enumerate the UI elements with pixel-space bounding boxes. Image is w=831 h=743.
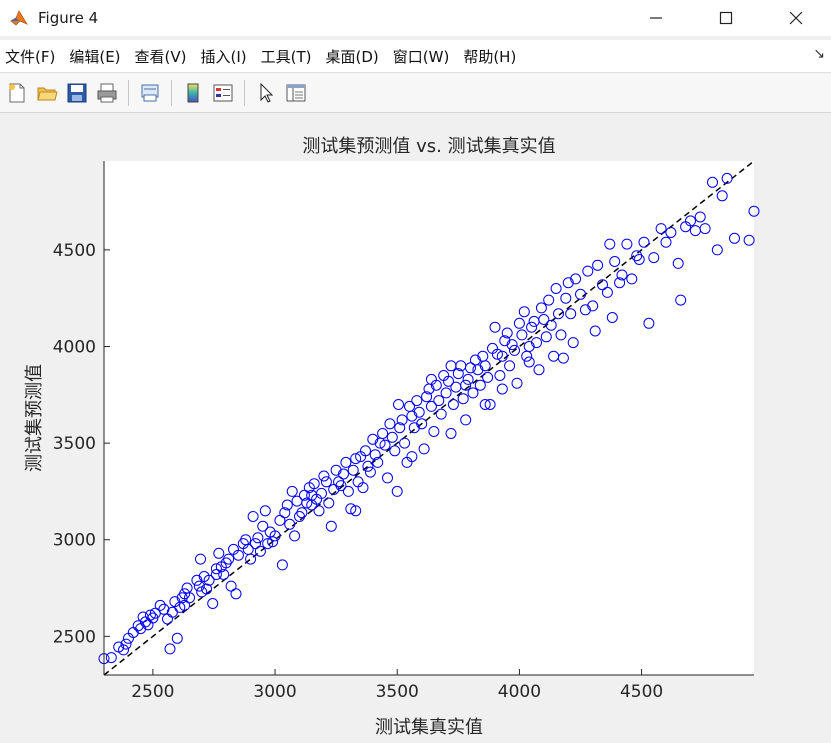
menu-bar: 文件(F) 编辑(E) 查看(V) 插入(I) 工具(T) 桌面(D) 窗口(W… bbox=[0, 40, 831, 73]
toolbar-separator bbox=[244, 80, 245, 106]
y-tick-label: 4500 bbox=[53, 241, 96, 261]
pointer-icon bbox=[260, 82, 274, 103]
x-tick-label: 3500 bbox=[376, 682, 419, 702]
y-tick-label: 3000 bbox=[53, 531, 96, 551]
window-title: Figure 4 bbox=[38, 9, 99, 27]
menu-help[interactable]: 帮助(H) bbox=[460, 46, 519, 67]
x-axis-label: 测试集真实值 bbox=[375, 717, 483, 738]
menu-window[interactable]: 窗口(W) bbox=[390, 46, 453, 67]
close-icon bbox=[789, 11, 803, 25]
toolbar-separator bbox=[128, 80, 129, 106]
x-tick-label: 2500 bbox=[131, 682, 174, 702]
window-titlebar: Figure 4 bbox=[0, 0, 831, 36]
menu-insert[interactable]: 插入(I) bbox=[198, 46, 250, 67]
link-plot-icon bbox=[141, 84, 159, 102]
x-tick-label: 4000 bbox=[498, 682, 541, 702]
x-tick-label: 4500 bbox=[620, 682, 663, 702]
link-plot-button[interactable] bbox=[137, 80, 163, 106]
y-axis-ticks: 2500 3000 3500 4000 4500 bbox=[53, 241, 110, 647]
y-tick-label: 4000 bbox=[53, 338, 96, 358]
maximize-icon bbox=[719, 11, 733, 25]
pointer-button[interactable] bbox=[253, 80, 279, 106]
open-file-button[interactable] bbox=[34, 80, 60, 106]
y-tick-label: 3500 bbox=[53, 434, 96, 454]
property-inspector-button[interactable] bbox=[283, 80, 309, 106]
x-tick-label: 3000 bbox=[253, 682, 296, 702]
legend-button[interactable] bbox=[210, 80, 236, 106]
new-figure-icon bbox=[9, 83, 25, 103]
window-controls bbox=[621, 0, 831, 36]
y-tick-label: 2500 bbox=[53, 627, 96, 647]
menu-overflow-arrow-icon[interactable]: ↘ bbox=[813, 46, 825, 62]
chart-title: 测试集预测值 vs. 测试集真实值 bbox=[302, 136, 555, 157]
minimize-icon bbox=[650, 17, 662, 19]
menu-file[interactable]: 文件(F) bbox=[2, 46, 58, 67]
legend-icon bbox=[213, 84, 233, 102]
figure-toolbar bbox=[0, 74, 831, 113]
print-button[interactable] bbox=[94, 80, 120, 106]
maximize-button[interactable] bbox=[691, 0, 761, 36]
menu-desktop[interactable]: 桌面(D) bbox=[323, 46, 382, 67]
menu-view[interactable]: 查看(V) bbox=[132, 46, 190, 67]
figure-canvas[interactable]: 2500 3000 3500 4000 4500 2500 3000 3500 4000 450… bbox=[0, 113, 831, 739]
close-button[interactable] bbox=[761, 0, 831, 36]
colorbar-icon bbox=[187, 83, 199, 103]
new-figure-button[interactable] bbox=[4, 80, 30, 106]
colorbar-button[interactable] bbox=[180, 80, 206, 106]
save-icon bbox=[67, 83, 87, 103]
minimize-button[interactable] bbox=[621, 0, 691, 36]
menu-tools[interactable]: 工具(T) bbox=[258, 46, 315, 67]
matlab-logo-icon bbox=[10, 10, 28, 26]
property-inspector-icon bbox=[286, 84, 306, 102]
save-button[interactable] bbox=[64, 80, 90, 106]
print-icon bbox=[97, 83, 117, 103]
menu-edit[interactable]: 编辑(E) bbox=[66, 46, 123, 67]
open-file-icon bbox=[37, 87, 58, 101]
y-axis-label: 测试集预测值 bbox=[24, 364, 45, 472]
toolbar-separator bbox=[171, 80, 172, 106]
scatter-plot[interactable]: 2500 3000 3500 4000 4500 2500 3000 3500 4000 450… bbox=[0, 113, 831, 739]
